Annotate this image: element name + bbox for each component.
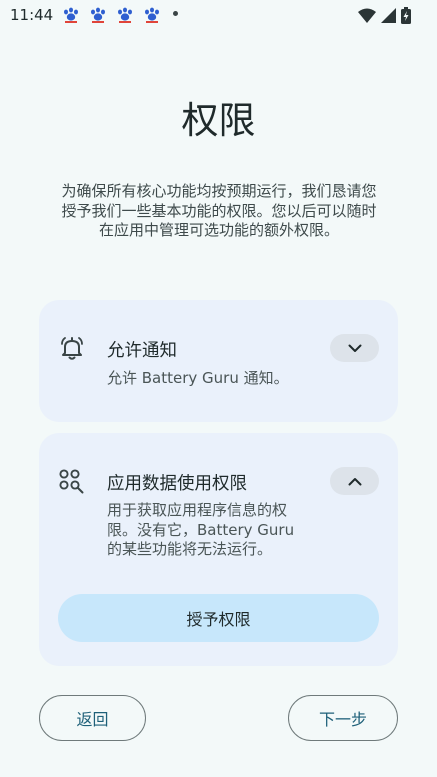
expand-button[interactable] xyxy=(330,334,379,362)
collapse-button[interactable] xyxy=(330,467,379,495)
status-bar: 11:44 xyxy=(0,0,437,32)
permission-description-line: 限。没有它，Battery Guru xyxy=(107,520,295,539)
bell-icon xyxy=(61,337,83,360)
chevron-up-icon xyxy=(348,477,361,485)
wifi-icon xyxy=(358,8,376,23)
baidu-paw-icon xyxy=(145,7,159,23)
notification-icons xyxy=(62,7,161,23)
permission-card-notifications[interactable]: 允许通知 允许 Battery Guru 通知。 xyxy=(39,300,398,422)
permission-description-line: 允许 Battery Guru 通知。 xyxy=(107,369,289,387)
permission-description: 用于获取应用程序信息的权 限。没有它，Battery Guru 的某些功能将无法… xyxy=(107,501,294,560)
baidu-paw-icon xyxy=(91,7,105,23)
permission-description-line: 的某些功能将无法运行。 xyxy=(107,540,273,558)
intro-line: 授予我们一些基本功能的权限。您以后可以随时 xyxy=(61,201,377,220)
intro-line: 为确保所有核心功能均按预期运行，我们恳请您 xyxy=(61,182,377,200)
more-notifications-dot xyxy=(173,11,178,16)
page-title: 权限 xyxy=(181,99,256,142)
system-icons xyxy=(358,7,411,24)
grant-permission-button[interactable]: 授予权限 xyxy=(58,594,379,642)
status-time: 11:44 xyxy=(10,6,54,24)
app-usage-icon xyxy=(59,469,84,494)
battery-charging-icon xyxy=(401,7,411,24)
permission-card-app-usage[interactable]: 应用数据使用权限 用于获取应用程序信息的权 限。没有它，Battery Guru… xyxy=(39,433,398,666)
baidu-paw-icon xyxy=(64,7,78,23)
permission-title: 应用数据使用权限 xyxy=(107,474,247,494)
back-button[interactable]: 返回 xyxy=(39,695,146,741)
chevron-down-icon xyxy=(348,344,361,352)
permission-title: 允许通知 xyxy=(107,341,177,361)
cell-signal-icon xyxy=(381,8,396,23)
next-button[interactable]: 下一步 xyxy=(288,695,398,741)
intro-text: 为确保所有核心功能均按预期运行，我们恳请您 授予我们一些基本功能的权限。您以后可… xyxy=(36,182,402,241)
permission-description: 允许 Battery Guru 通知。 xyxy=(107,369,289,389)
baidu-paw-icon xyxy=(118,7,132,23)
permission-description-line: 用于获取应用程序信息的权 xyxy=(107,501,288,519)
intro-line: 在应用中管理可选功能的额外权限。 xyxy=(98,221,339,239)
